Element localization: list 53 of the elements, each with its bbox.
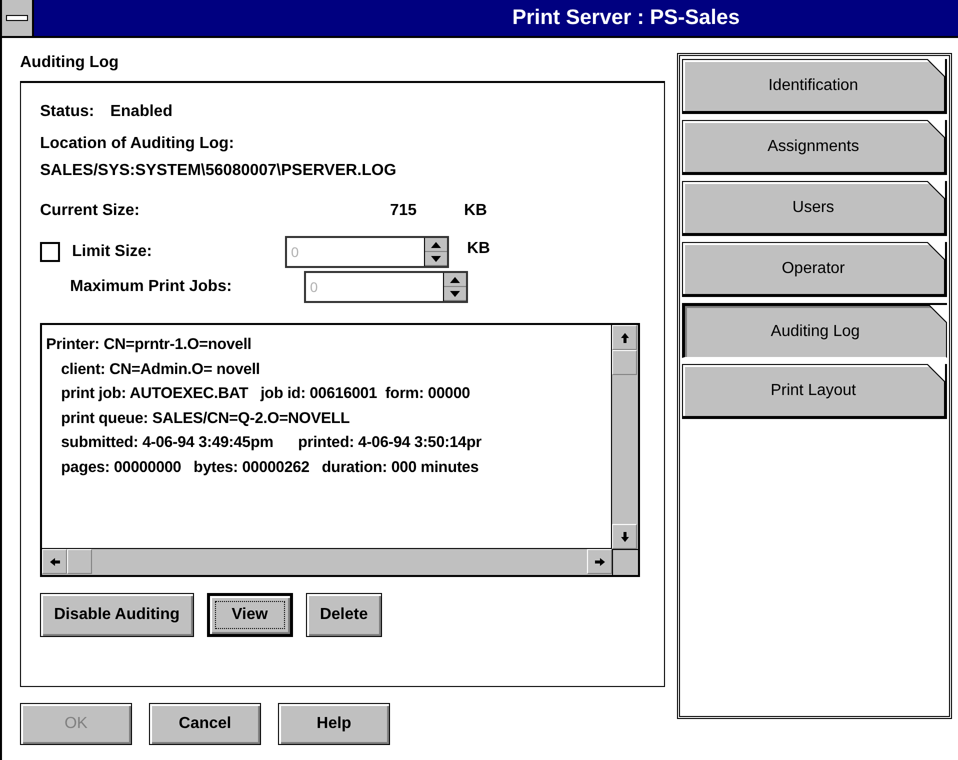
left-arrow-icon	[48, 556, 60, 566]
max-print-jobs-label: Maximum Print Jobs:	[69, 278, 233, 296]
folded-corner-icon	[927, 364, 945, 382]
scroll-down-button[interactable]	[612, 524, 637, 549]
right-arrow-icon	[594, 556, 606, 566]
log-line: print queue: SALES/CN=Q-2.O=NOVELL	[60, 408, 351, 428]
folded-corner-icon	[927, 242, 945, 260]
scroll-right-button[interactable]	[587, 549, 612, 574]
log-line: print job: AUTOEXEC.BAT job id: 00616001 form: 00000	[60, 384, 472, 404]
log-line: client: CN=Admin.O= novell	[60, 360, 261, 380]
unit-label: KB	[467, 240, 490, 258]
page-tab[interactable]: Operator	[682, 242, 947, 297]
dialog-button[interactable]: Cancel	[149, 703, 261, 745]
up-arrow-icon	[620, 332, 630, 344]
panel-title: Auditing Log	[20, 54, 120, 72]
folded-corner-icon	[929, 305, 947, 323]
down-triangle-icon	[431, 256, 441, 262]
horizontal-scrollbar[interactable]	[42, 548, 612, 575]
page-tab[interactable]: Assignments	[682, 120, 947, 175]
status-value: Enabled	[110, 103, 172, 121]
log-line: Printer: CN=prntr-1.O=novell	[46, 335, 252, 355]
scroll-left-button[interactable]	[42, 549, 67, 574]
current-size-label: Current Size:	[40, 202, 141, 220]
scroll-thumb[interactable]	[67, 549, 92, 574]
page-tab[interactable]: Identification	[682, 59, 947, 114]
folded-corner-icon	[927, 181, 945, 199]
log-list[interactable]	[40, 323, 640, 577]
status-label: Status:	[40, 103, 94, 121]
folded-corner-icon	[927, 59, 945, 77]
folded-corner-icon	[927, 120, 945, 138]
location-label: Location of Auditing Log:	[40, 135, 234, 153]
action-button[interactable]: Delete	[306, 593, 382, 637]
unit-label: KB	[464, 202, 488, 220]
page-tab[interactable]: Auditing Log	[682, 303, 947, 358]
vertical-scrollbar[interactable]	[611, 325, 638, 549]
down-arrow-icon	[620, 530, 630, 542]
log-line: submitted: 4-06-94 3:49:45pm printed: 4-06-94 3:50:14pr	[60, 433, 482, 453]
scroll-up-button[interactable]	[612, 325, 637, 350]
action-button[interactable]: View	[206, 593, 293, 637]
dialog-button[interactable]: Help	[278, 703, 390, 745]
location-value: SALES/SYS:SYSTEM\56080007\PSERVER.LOG	[40, 162, 396, 180]
down-triangle-icon	[450, 290, 460, 296]
page-tab[interactable]: Print Layout	[682, 364, 947, 419]
scrollbar-corner	[612, 549, 638, 575]
up-triangle-icon	[450, 276, 460, 282]
system-menu-button[interactable]	[2, 0, 34, 36]
page-tab[interactable]: Users	[682, 181, 947, 236]
current-size-value: 715	[390, 202, 418, 220]
window-title: Print Server : PS-Sales	[511, 6, 741, 30]
log-line: pages: 00000000 bytes: 00000262 duration: 000 minutes	[60, 458, 480, 478]
action-button[interactable]: Disable Auditing	[40, 593, 194, 637]
scroll-thumb[interactable]	[612, 350, 637, 375]
up-triangle-icon	[431, 242, 441, 248]
